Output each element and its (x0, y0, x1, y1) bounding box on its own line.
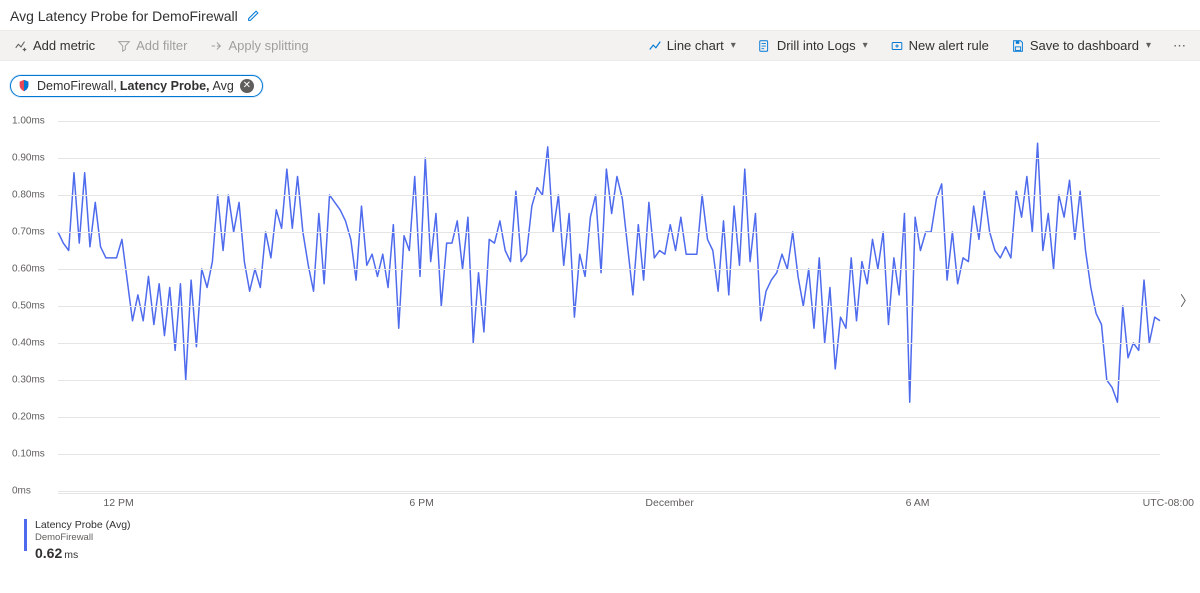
y-tick-label: 0.20ms (12, 412, 45, 423)
y-tick-label: 0.30ms (12, 375, 45, 386)
y-tick-label: 1.00ms (12, 116, 45, 127)
y-tick-label: 0.60ms (12, 264, 45, 275)
legend: Latency Probe (Avg) DemoFirewall 0.62ms (0, 511, 1200, 563)
chart-type-dropdown[interactable]: Line chart ▾ (642, 35, 742, 56)
x-tick-label: December (645, 497, 693, 509)
legend-series-name: Latency Probe (Avg) (35, 519, 131, 532)
plot-area[interactable]: 〉 1.00ms0.90ms0.80ms0.70ms0.60ms0.50ms0.… (58, 121, 1160, 491)
chevron-down-icon: ▾ (1146, 40, 1151, 51)
x-tick-label: 6 PM (409, 497, 434, 509)
filter-icon (117, 39, 131, 53)
apply-splitting-button[interactable]: Apply splitting (203, 35, 314, 56)
legend-value: 0.62ms (35, 545, 131, 563)
legend-color-swatch (24, 519, 27, 551)
save-dashboard-dropdown[interactable]: Save to dashboard ▾ (1005, 35, 1157, 56)
y-tick-label: 0.80ms (12, 190, 45, 201)
firewall-icon (17, 79, 31, 93)
scroll-right-button[interactable]: 〉 (1180, 291, 1194, 311)
y-tick-label: 0.10ms (12, 449, 45, 460)
y-tick-label: 0.40ms (12, 338, 45, 349)
drill-logs-dropdown[interactable]: Drill into Logs ▾ (752, 35, 874, 56)
save-icon (1011, 39, 1025, 53)
chip-resource: DemoFirewall, (37, 79, 117, 93)
metric-chip[interactable]: DemoFirewall, Latency Probe, Avg ✕ (10, 75, 263, 97)
gridline (58, 269, 1160, 270)
y-tick-label: 0.50ms (12, 301, 45, 312)
gridline (58, 306, 1160, 307)
add-metric-button[interactable]: Add metric (8, 35, 101, 56)
remove-metric-icon[interactable]: ✕ (240, 79, 254, 93)
timezone-label: UTC-08:00 (1143, 497, 1194, 509)
chip-agg: Avg (213, 79, 234, 93)
gridline (58, 195, 1160, 196)
gridline (58, 232, 1160, 233)
chevron-down-icon: ▾ (731, 40, 736, 51)
x-axis: UTC-08:00 12 PM6 PMDecember6 AM (58, 493, 1160, 511)
gridline (58, 121, 1160, 122)
gridline (58, 491, 1160, 492)
edit-title-icon[interactable] (246, 9, 260, 23)
toolbar: Add metric Add filter Apply splitting Li… (0, 30, 1200, 61)
gridline (58, 454, 1160, 455)
chip-metric: Latency Probe, (120, 79, 210, 93)
gridline (58, 380, 1160, 381)
y-tick-label: 0ms (12, 486, 31, 497)
sparkle-plus-icon (14, 39, 28, 53)
split-icon (209, 39, 223, 53)
legend-resource: DemoFirewall (35, 532, 131, 544)
page-title: Avg Latency Probe for DemoFirewall (10, 8, 238, 24)
gridline (58, 417, 1160, 418)
x-tick-label: 6 AM (906, 497, 930, 509)
add-filter-button[interactable]: Add filter (111, 35, 193, 56)
more-menu-button[interactable]: ⋯ (1167, 38, 1192, 54)
logs-icon (758, 39, 772, 53)
y-tick-label: 0.70ms (12, 227, 45, 238)
gridline (58, 343, 1160, 344)
y-tick-label: 0.90ms (12, 153, 45, 164)
x-tick-label: 12 PM (103, 497, 133, 509)
chart-area: 〉 1.00ms 0.90ms 0.80ms 0.70ms 0.60ms 0.50ms 0.… (0, 103, 1200, 511)
gridline (58, 158, 1160, 159)
line-chart-icon (648, 39, 662, 53)
new-alert-button[interactable]: New alert rule (884, 35, 995, 56)
chevron-down-icon: ▾ (863, 40, 868, 51)
alert-icon (890, 39, 904, 53)
